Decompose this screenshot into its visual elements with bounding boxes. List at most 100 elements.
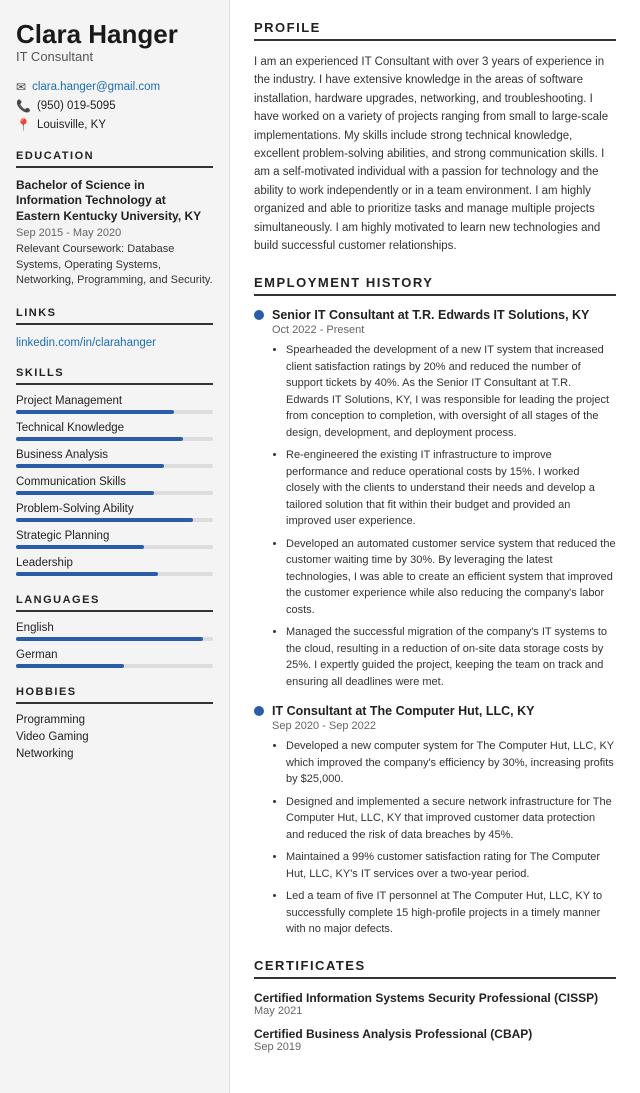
cert-date: Sep 2019 xyxy=(254,1041,616,1053)
skill-item: Strategic Planning xyxy=(16,530,213,549)
certificates-title: CERTIFICATES xyxy=(254,958,616,979)
edu-coursework-label: Relevant Coursework: xyxy=(16,243,127,255)
skills-list: Project Management Technical Knowledge B… xyxy=(16,395,213,576)
profile-section: PROFILE I am an experienced IT Consultan… xyxy=(254,20,616,255)
contact-section: ✉ clara.hanger@gmail.com 📞 (950) 019-509… xyxy=(16,80,213,132)
edu-date: Sep 2015 - May 2020 xyxy=(16,227,213,239)
main-content: PROFILE I am an experienced IT Consultan… xyxy=(230,0,640,1093)
skill-bar-bg xyxy=(16,410,213,414)
cert-item: Certified Information Systems Security P… xyxy=(254,991,616,1017)
profile-text: I am an experienced IT Consultant with o… xyxy=(254,53,616,255)
job-dot xyxy=(254,706,264,716)
language-bar-bg xyxy=(16,637,213,641)
job-bullets: Spearheaded the development of a new IT … xyxy=(254,342,616,690)
skill-name: Strategic Planning xyxy=(16,530,213,542)
skill-bar-bg xyxy=(16,491,213,495)
skill-bar-bg xyxy=(16,437,213,441)
email-icon: ✉ xyxy=(16,80,26,94)
candidate-name: Clara Hanger xyxy=(16,20,213,49)
edu-degree: Bachelor of Science in Information Techn… xyxy=(16,178,213,225)
skill-bar-fill xyxy=(16,491,154,495)
skill-name: Project Management xyxy=(16,395,213,407)
job-title-text: IT Consultant at The Computer Hut, LLC, … xyxy=(272,704,535,718)
profile-title: PROFILE xyxy=(254,20,616,41)
cert-date: May 2021 xyxy=(254,1005,616,1017)
email-item: ✉ clara.hanger@gmail.com xyxy=(16,80,213,94)
hobbies-list: Programming Video Gaming Networking xyxy=(16,714,213,760)
skill-bar-fill xyxy=(16,572,158,576)
skill-item: Communication Skills xyxy=(16,476,213,495)
links-title: LINKS xyxy=(16,307,213,325)
skill-bar-bg xyxy=(16,572,213,576)
jobs-list: Senior IT Consultant at T.R. Edwards IT … xyxy=(254,308,616,938)
certs-list: Certified Information Systems Security P… xyxy=(254,991,616,1053)
job-item: Senior IT Consultant at T.R. Edwards IT … xyxy=(254,308,616,690)
job-date: Sep 2020 - Sep 2022 xyxy=(272,720,616,732)
skill-bar-fill xyxy=(16,437,183,441)
skill-item: Technical Knowledge xyxy=(16,422,213,441)
skill-name: Leadership xyxy=(16,557,213,569)
job-bullet: Spearheaded the development of a new IT … xyxy=(286,342,616,441)
language-name: English xyxy=(16,622,213,634)
job-title: Senior IT Consultant at T.R. Edwards IT … xyxy=(254,308,616,322)
job-title-text: Senior IT Consultant at T.R. Edwards IT … xyxy=(272,308,589,322)
language-bar-fill xyxy=(16,664,124,668)
job-date: Oct 2022 - Present xyxy=(272,324,616,336)
links-section: LINKS linkedin.com/in/clarahanger xyxy=(16,307,213,349)
email-link[interactable]: clara.hanger@gmail.com xyxy=(32,81,160,93)
cert-item: Certified Business Analysis Professional… xyxy=(254,1027,616,1053)
languages-title: LANGUAGES xyxy=(16,594,213,612)
hobby-item: Video Gaming xyxy=(16,731,213,743)
job-bullet: Managed the successful migration of the … xyxy=(286,624,616,690)
candidate-title: IT Consultant xyxy=(16,49,213,64)
skills-section: SKILLS Project Management Technical Know… xyxy=(16,367,213,576)
hobby-item: Networking xyxy=(16,748,213,760)
hobby-item: Programming xyxy=(16,714,213,726)
language-name: German xyxy=(16,649,213,661)
skill-item: Business Analysis xyxy=(16,449,213,468)
job-bullets: Developed a new computer system for The … xyxy=(254,738,616,938)
job-bullet: Led a team of five IT personnel at The C… xyxy=(286,888,616,938)
job-title: IT Consultant at The Computer Hut, LLC, … xyxy=(254,704,616,718)
job-bullet: Maintained a 99% customer satisfaction r… xyxy=(286,849,616,882)
skill-bar-fill xyxy=(16,464,164,468)
employment-section: EMPLOYMENT HISTORY Senior IT Consultant … xyxy=(254,275,616,938)
job-bullet: Designed and implemented a secure networ… xyxy=(286,794,616,844)
skill-bar-fill xyxy=(16,545,144,549)
languages-list: English German xyxy=(16,622,213,668)
skill-item: Leadership xyxy=(16,557,213,576)
language-item: German xyxy=(16,649,213,668)
job-bullet: Developed an automated customer service … xyxy=(286,536,616,619)
edu-coursework: Relevant Coursework: Database Systems, O… xyxy=(16,242,213,288)
job-dot xyxy=(254,310,264,320)
skill-name: Communication Skills xyxy=(16,476,213,488)
phone-item: 📞 (950) 019-5095 xyxy=(16,99,213,113)
location-icon: 📍 xyxy=(16,118,31,132)
skill-name: Problem-Solving Ability xyxy=(16,503,213,515)
education-section: EDUCATION Bachelor of Science in Informa… xyxy=(16,150,213,289)
certificates-section: CERTIFICATES Certified Information Syste… xyxy=(254,958,616,1053)
skill-item: Project Management xyxy=(16,395,213,414)
languages-section: LANGUAGES English German xyxy=(16,594,213,668)
job-item: IT Consultant at The Computer Hut, LLC, … xyxy=(254,704,616,938)
location-item: 📍 Louisville, KY xyxy=(16,118,213,132)
hobbies-title: HOBBIES xyxy=(16,686,213,704)
education-title: EDUCATION xyxy=(16,150,213,168)
job-bullet: Re-engineered the existing IT infrastruc… xyxy=(286,447,616,530)
linkedin-link[interactable]: linkedin.com/in/clarahanger xyxy=(16,337,156,349)
language-bar-fill xyxy=(16,637,203,641)
sidebar: Clara Hanger IT Consultant ✉ clara.hange… xyxy=(0,0,230,1093)
skill-bar-bg xyxy=(16,518,213,522)
location-text: Louisville, KY xyxy=(37,119,106,131)
skill-name: Technical Knowledge xyxy=(16,422,213,434)
employment-title: EMPLOYMENT HISTORY xyxy=(254,275,616,296)
cert-name: Certified Business Analysis Professional… xyxy=(254,1027,616,1041)
skill-bar-bg xyxy=(16,545,213,549)
job-bullet: Developed a new computer system for The … xyxy=(286,738,616,788)
hobbies-section: HOBBIES Programming Video Gaming Networkin… xyxy=(16,686,213,760)
skill-bar-fill xyxy=(16,410,174,414)
cert-name: Certified Information Systems Security P… xyxy=(254,991,616,1005)
language-item: English xyxy=(16,622,213,641)
phone-icon: 📞 xyxy=(16,99,31,113)
skill-item: Problem-Solving Ability xyxy=(16,503,213,522)
